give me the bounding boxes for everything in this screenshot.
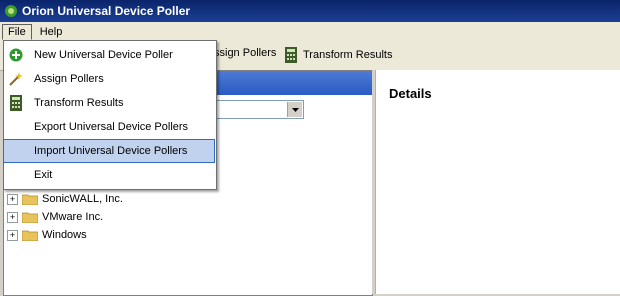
plus-icon [7, 47, 25, 63]
menu-item-label: Assign Pollers [34, 73, 104, 85]
tree-node-vmware[interactable]: + VMware Inc. [7, 208, 123, 226]
expand-icon[interactable]: + [7, 229, 18, 241]
file-menu-dropdown: New Universal Device Poller Assign Polle… [3, 40, 217, 190]
menu-item-assign-pollers[interactable]: Assign Pollers [4, 68, 214, 90]
menu-bar: File Help [0, 22, 620, 41]
menu-item-label: New Universal Device Poller [34, 49, 173, 61]
wand-icon [7, 71, 25, 87]
poller-dropdown[interactable] [216, 100, 304, 119]
menu-help[interactable]: Help [34, 24, 69, 40]
window-title: Orion Universal Device Poller [22, 4, 191, 18]
tree-node-sonicwall[interactable]: + SonicWALL, Inc. [7, 190, 123, 208]
menu-item-label: Import Universal Device Pollers [34, 145, 188, 157]
menu-item-export-pollers[interactable]: Export Universal Device Pollers [4, 116, 214, 138]
transform-results-toolbar-label: Transform Results [303, 49, 393, 61]
tree-node-label: VMware Inc. [42, 211, 104, 223]
title-bar: Orion Universal Device Poller [0, 0, 620, 22]
menu-item-new-poller[interactable]: New Universal Device Poller [4, 44, 214, 66]
transform-results-toolbar-button[interactable]: Transform Results [284, 47, 392, 63]
app-logo-icon [5, 5, 17, 17]
folder-icon [22, 194, 38, 205]
menu-item-label: Export Universal Device Pollers [34, 121, 189, 133]
folder-icon [22, 230, 38, 241]
menu-file[interactable]: File [2, 23, 32, 40]
menu-item-label: Exit [34, 169, 53, 181]
tree-node-label: SonicWALL, Inc. [42, 193, 123, 205]
calculator-icon [7, 95, 25, 111]
details-title: Details [389, 86, 432, 101]
calculator-icon [285, 47, 297, 63]
tree-node-windows[interactable]: + Windows [7, 226, 123, 244]
assign-pollers-toolbar-button[interactable]: ssign Pollers [214, 47, 276, 59]
expand-icon[interactable]: + [7, 211, 18, 223]
menu-item-transform-results[interactable]: Transform Results [4, 92, 214, 114]
chevron-down-icon[interactable] [287, 102, 302, 117]
menu-item-import-pollers[interactable]: Import Universal Device Pollers [3, 139, 215, 163]
folder-icon [22, 212, 38, 223]
tree-node-label: Windows [42, 229, 87, 241]
assign-pollers-toolbar-label: ssign Pollers [214, 47, 277, 59]
expand-icon[interactable]: + [7, 193, 18, 205]
menu-item-exit[interactable]: Exit [4, 164, 214, 186]
device-tree: + SonicWALL, Inc. + VMware Inc. + Window… [7, 190, 123, 244]
menu-item-label: Transform Results [34, 97, 124, 109]
details-pane: Details [375, 70, 620, 294]
